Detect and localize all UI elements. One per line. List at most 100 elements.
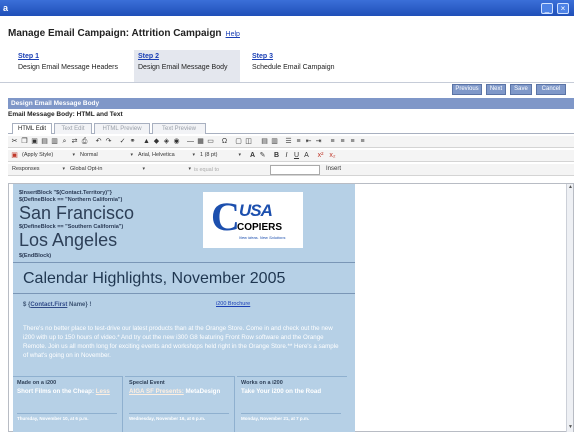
page-title: Manage Email Campaign: Attrition Campaig…: [8, 28, 240, 39]
usa-copiers-logo: C USA COPIERS New ideas. New Solutions: [203, 192, 303, 248]
table-icon[interactable]: ▦: [196, 137, 205, 146]
cancel-button[interactable]: Cancel: [536, 84, 566, 95]
next-button[interactable]: Next: [486, 84, 506, 95]
paste-word-icon[interactable]: ▥: [50, 137, 59, 146]
replace-icon[interactable]: ⇄: [70, 137, 79, 146]
step-2-number[interactable]: Step 2: [138, 53, 236, 60]
chevron-down-icon: ▾: [72, 152, 75, 158]
insert-button[interactable]: Insert: [326, 165, 341, 175]
format-select[interactable]: Normal ▾: [78, 151, 134, 161]
font-color-icon[interactable]: A: [248, 151, 257, 160]
event-date: Wednesday, November 16, at 6 p.m.: [129, 413, 229, 422]
intro-text: There's no better place to test-drive ou…: [23, 325, 339, 359]
window-titlebar: a _ ×: [0, 0, 574, 16]
flash-icon[interactable]: ◈: [162, 137, 171, 146]
step-1-number[interactable]: Step 1: [18, 53, 128, 60]
align-center-icon[interactable]: ≡: [338, 137, 347, 146]
editor-toolbar-2: ▣ (Apply Style) ▾ Normal ▾ Arial, Helvetic…: [8, 150, 574, 162]
image-icon[interactable]: ▲: [142, 137, 151, 146]
editor-scrollbar[interactable]: ▲ ▼: [566, 184, 573, 432]
tab-text-preview[interactable]: Text Preview: [152, 123, 206, 134]
event-column-1: Made on a i200 Short Films on the Cheap:…: [13, 376, 123, 432]
horizontal-rule-icon[interactable]: —: [186, 137, 195, 146]
step-3-number[interactable]: Step 3: [252, 53, 354, 60]
apply-style-select[interactable]: (Apply Style) ▾: [20, 151, 76, 161]
event-date: Thursday, November 10, at 6 p.m.: [17, 413, 117, 422]
size-value: 1 (8 pt): [200, 152, 218, 158]
copy-icon[interactable]: ❐: [20, 137, 29, 146]
app-icon: a: [3, 3, 9, 13]
event-title: Short Films on the Cheap: Less: [17, 388, 119, 395]
action-bar: Previous Next Save Cancel: [0, 82, 574, 96]
outdent-icon[interactable]: ⇤: [304, 137, 313, 146]
align-left-icon[interactable]: ≡: [328, 137, 337, 146]
tab-text-edit[interactable]: Text Edit: [54, 123, 92, 134]
special-char-icon[interactable]: Ω: [220, 137, 229, 146]
close-button[interactable]: ×: [557, 3, 569, 14]
paste-icon[interactable]: ▣: [30, 137, 39, 146]
minimize-button[interactable]: _: [541, 3, 553, 14]
save-button[interactable]: Save: [510, 84, 532, 95]
insert-block-tag: $InsertBlock "$(Contact.Territory)"}: [19, 190, 112, 196]
step-1-label: Design Email Message Headers: [18, 64, 118, 71]
highlight-icon[interactable]: ✎: [258, 151, 267, 160]
scroll-up-icon[interactable]: ▲: [567, 184, 574, 191]
event-title-text: Short Films on the Cheap:: [17, 388, 96, 395]
list-select[interactable]: Global Opt-in ▾: [68, 165, 146, 175]
snippet-icon[interactable]: ▥: [270, 137, 279, 146]
help-link[interactable]: Help: [226, 31, 240, 38]
previous-button[interactable]: Previous: [452, 84, 482, 95]
event-label: Works on a i200: [241, 380, 283, 386]
align-justify-icon[interactable]: ≡: [358, 137, 367, 146]
page-properties-icon[interactable]: ▢: [234, 137, 243, 146]
greeting-field[interactable]: Contact.First: [30, 302, 67, 308]
spellcheck-icon[interactable]: ✓: [118, 137, 127, 146]
greeting: $ {Contact.First Name} !: [23, 302, 91, 308]
underline-icon[interactable]: U: [292, 151, 301, 160]
chevron-down-icon: ▾: [192, 152, 195, 158]
link-icon[interactable]: ⚭: [128, 137, 137, 146]
tab-html-edit[interactable]: HTML Edit: [12, 123, 52, 134]
city-north: San Francisco: [19, 203, 135, 223]
step-1[interactable]: Step 1 Design Email Message Headers: [14, 50, 132, 82]
field-select[interactable]: Responses ▾: [10, 165, 66, 175]
media-icon[interactable]: ◉: [172, 137, 181, 146]
cut-icon[interactable]: ✂: [10, 137, 19, 146]
indent-icon[interactable]: ⇥: [314, 137, 323, 146]
css-class-icon[interactable]: ◫: [244, 137, 253, 146]
chevron-down-icon: ▾: [142, 166, 145, 172]
font-select[interactable]: Arial, Helvetica ▾: [136, 151, 196, 161]
subscript-icon[interactable]: x₂: [328, 151, 337, 160]
value-input[interactable]: [270, 165, 320, 175]
scroll-down-icon[interactable]: ▼: [567, 424, 574, 431]
find-icon[interactable]: ⌕: [60, 137, 69, 146]
logo-tagline: New ideas. New Solutions: [239, 235, 286, 240]
chevron-down-icon: ▾: [188, 166, 191, 172]
ordered-list-icon[interactable]: ☰: [284, 137, 293, 146]
text-size-icon[interactable]: A: [302, 151, 311, 160]
calendar-title: Calendar Highlights, November 2005: [13, 262, 355, 294]
print-icon[interactable]: ⎙: [80, 137, 89, 146]
tab-html-preview[interactable]: HTML Preview: [94, 123, 150, 134]
step-3[interactable]: Step 3 Schedule Email Campaign: [248, 50, 358, 82]
bold-icon[interactable]: B: [272, 151, 281, 160]
city-south: Los Angeles: [19, 230, 118, 250]
event-title-link[interactable]: AIGA SF Presents:: [129, 388, 184, 395]
brochure-link[interactable]: i200 Brochure: [216, 301, 250, 307]
size-select[interactable]: 1 (8 pt) ▾: [198, 151, 242, 161]
form-icon[interactable]: ▭: [206, 137, 215, 146]
unordered-list-icon[interactable]: ≡: [294, 137, 303, 146]
undo-icon[interactable]: ↶: [94, 137, 103, 146]
image-map-icon[interactable]: ◆: [152, 137, 161, 146]
event-title-link[interactable]: Less: [96, 388, 110, 395]
step-2-label: Design Email Message Body: [138, 64, 228, 71]
newsletter-content[interactable]: $InsertBlock "$(Contact.Territory)"} $(D…: [13, 184, 355, 432]
align-right-icon[interactable]: ≡: [348, 137, 357, 146]
superscript-icon[interactable]: x²: [316, 151, 325, 160]
module-icon[interactable]: ▤: [260, 137, 269, 146]
redo-icon[interactable]: ↷: [104, 137, 113, 146]
step-2[interactable]: Step 2 Design Email Message Body: [134, 50, 240, 82]
operand-select[interactable]: ▾: [148, 165, 192, 175]
italic-icon[interactable]: I: [282, 151, 291, 160]
paste-text-icon[interactable]: ▤: [40, 137, 49, 146]
